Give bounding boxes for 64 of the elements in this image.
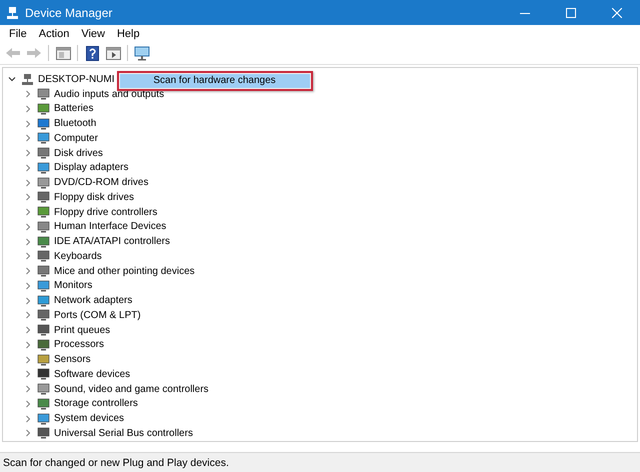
tree-item[interactable]: Audio inputs and outputs bbox=[54, 88, 164, 100]
computer-icon bbox=[21, 72, 34, 86]
tree-item[interactable]: Batteries bbox=[54, 103, 94, 114]
computer-icon bbox=[6, 6, 19, 20]
tree-item[interactable]: Keyboards bbox=[54, 250, 102, 262]
device-icon bbox=[37, 162, 50, 174]
tree-item[interactable]: Ports (COM & LPT) bbox=[54, 310, 141, 321]
menu-item[interactable]: Help bbox=[110, 28, 146, 40]
close-icon bbox=[612, 8, 622, 18]
device-icon bbox=[37, 383, 50, 396]
device-icon bbox=[37, 206, 50, 218]
tree-item[interactable]: Sensors bbox=[54, 354, 91, 366]
tree-item[interactable]: Processors bbox=[54, 339, 104, 350]
tree-item[interactable]: Sound, video and game controllers bbox=[54, 384, 209, 395]
device-icon bbox=[37, 324, 50, 336]
tree-item[interactable]: Display adapters bbox=[54, 162, 128, 174]
device-icon bbox=[37, 280, 50, 292]
device-icon bbox=[37, 191, 50, 204]
device-icon bbox=[37, 132, 50, 144]
tree-item[interactable]: Floppy drive controllers bbox=[54, 206, 158, 218]
tree-item[interactable]: Floppy disk drives bbox=[54, 192, 134, 203]
device-icon bbox=[37, 398, 50, 410]
tree-item[interactable]: DVD/CD-ROM drives bbox=[54, 177, 148, 188]
device-icon bbox=[37, 176, 50, 189]
window-icon[interactable] bbox=[54, 44, 72, 62]
device-icon bbox=[37, 368, 50, 380]
device-icon bbox=[37, 412, 50, 425]
device-icon bbox=[37, 88, 50, 100]
device-icon bbox=[37, 102, 50, 115]
tree-item[interactable]: Storage controllers bbox=[54, 398, 138, 410]
device-icon bbox=[37, 147, 50, 160]
menu-item[interactable]: Action bbox=[32, 28, 76, 40]
tree-item[interactable]: Software devices bbox=[54, 368, 130, 380]
window-play-icon[interactable] bbox=[104, 44, 122, 62]
tree-item[interactable]: Print queues bbox=[54, 324, 110, 336]
tree-item[interactable]: Human Interface Devices bbox=[54, 221, 166, 232]
menu-item[interactable]: File bbox=[3, 28, 33, 40]
device-icon bbox=[37, 265, 50, 278]
device-icon bbox=[37, 338, 50, 351]
tree-item[interactable]: Universal Serial Bus controllers bbox=[54, 428, 193, 439]
tree-item[interactable]: System devices bbox=[54, 413, 124, 424]
help-icon[interactable] bbox=[83, 44, 101, 62]
tree-item[interactable]: Disk drives bbox=[54, 148, 103, 159]
device-icon bbox=[37, 294, 50, 307]
tree-item[interactable]: Network adapters bbox=[54, 295, 132, 306]
tree-item[interactable]: Bluetooth bbox=[54, 118, 96, 130]
device-icon bbox=[37, 427, 50, 440]
maximize-icon bbox=[566, 8, 576, 18]
tree-item[interactable]: Monitors bbox=[54, 280, 92, 292]
device-icon bbox=[37, 354, 50, 366]
device-icon bbox=[37, 250, 50, 262]
device-icon bbox=[37, 309, 50, 322]
tree-item[interactable]: Computer bbox=[54, 132, 98, 144]
menu-item[interactable]: View bbox=[75, 28, 111, 40]
monitor-icon[interactable] bbox=[133, 44, 151, 62]
window-title: Device Manager bbox=[25, 6, 114, 20]
context-menu-item[interactable]: Scan for hardware changes bbox=[120, 74, 310, 88]
status-text: Scan for changed or new Plug and Play devices. bbox=[3, 456, 229, 468]
tree-item[interactable]: IDE ATA/ATAPI controllers bbox=[54, 236, 170, 248]
device-icon bbox=[37, 236, 50, 248]
device-icon bbox=[37, 118, 50, 130]
tree-item[interactable]: Mice and other pointing devices bbox=[54, 266, 195, 277]
device-icon bbox=[37, 220, 50, 233]
tree-item[interactable]: DESKTOP-NUMI bbox=[38, 74, 114, 85]
